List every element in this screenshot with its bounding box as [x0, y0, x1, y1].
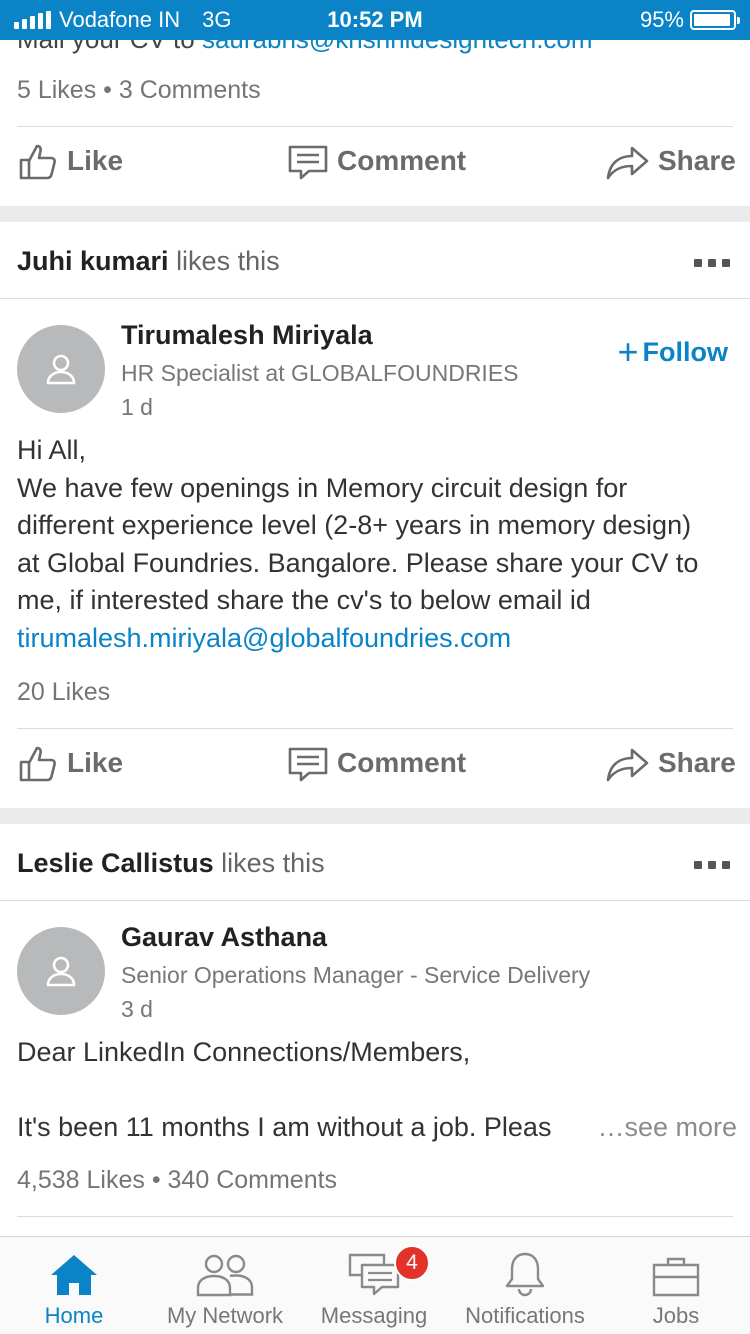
- likes-count[interactable]: 20 Likes: [17, 678, 110, 707]
- nav-home[interactable]: Home: [24, 1237, 124, 1334]
- nav-label: Notifications: [465, 1303, 585, 1328]
- author-name[interactable]: Tirumalesh Miriyala: [121, 320, 373, 351]
- post-separator: [0, 808, 750, 824]
- comment-button[interactable]: Comment: [287, 140, 466, 182]
- post-line: Hi All,: [17, 435, 87, 465]
- post-timestamp: 3 d: [121, 996, 153, 1022]
- comment-icon: [288, 747, 328, 782]
- nav-jobs[interactable]: Jobs: [626, 1237, 726, 1334]
- share-button[interactable]: Share: [604, 140, 736, 182]
- follow-button[interactable]: + Follow: [617, 334, 728, 370]
- feed: Mail your CV to saurabhs@krishnidesignte…: [0, 0, 750, 1236]
- battery-status: 95%: [639, 7, 740, 33]
- like-label: Like: [67, 747, 124, 778]
- carrier-info: Vodafone IN 3G: [14, 7, 231, 33]
- more-options-icon[interactable]: [694, 259, 730, 267]
- briefcase-icon: [652, 1257, 700, 1297]
- comment-label: Comment: [337, 145, 467, 176]
- like-button[interactable]: Like: [17, 140, 123, 182]
- nav-notifications[interactable]: Notifications: [458, 1237, 592, 1334]
- signal-icon: [14, 11, 51, 29]
- battery-icon: [690, 10, 740, 30]
- post-body: Hi All, We have few openings in Memory c…: [17, 432, 737, 658]
- avatar[interactable]: [17, 927, 105, 1015]
- post-separator: [0, 206, 750, 222]
- likes-count[interactable]: 5 Likes: [17, 76, 96, 104]
- divider: [0, 900, 750, 901]
- more-options-icon[interactable]: [694, 861, 730, 869]
- comments-count[interactable]: 3 Comments: [119, 76, 261, 104]
- post-line: It's been 11 months I am without a job. …: [17, 1112, 552, 1143]
- post-timestamp: 1 d: [121, 394, 153, 420]
- nav-label: Messaging: [320, 1303, 428, 1328]
- author-name[interactable]: Gaurav Asthana: [121, 922, 327, 953]
- nav-label: Jobs: [652, 1303, 700, 1328]
- network-type: 3G: [202, 7, 232, 32]
- nav-label: Home: [44, 1303, 104, 1328]
- carrier-name: Vodafone IN: [59, 7, 181, 32]
- likes-count[interactable]: 4,538 Likes: [17, 1166, 145, 1194]
- share-arrow-icon: [606, 748, 649, 782]
- liker-name[interactable]: Leslie Callistus: [17, 848, 214, 878]
- messaging-icon: [348, 1253, 400, 1296]
- post-line: different experience level (2-8+ years i…: [17, 510, 692, 541]
- divider: [0, 298, 750, 299]
- nav-my-network[interactable]: My Network: [160, 1237, 290, 1334]
- network-icon: [196, 1254, 254, 1297]
- social-counts[interactable]: 5 Likes • 3 Comments: [17, 76, 261, 105]
- share-arrow-icon: [606, 146, 649, 180]
- bell-icon: [505, 1252, 545, 1297]
- post-line: me, if interested share the cv's to belo…: [17, 585, 591, 616]
- social-counts[interactable]: 4,538 Likes • 340 Comments: [17, 1166, 337, 1195]
- like-label: Like: [67, 145, 124, 176]
- like-button[interactable]: Like: [17, 742, 123, 784]
- post-line: at Global Foundries. Bangalore. Please s…: [17, 547, 699, 578]
- thumbs-up-icon: [19, 746, 56, 782]
- author-headline: Senior Operations Manager - Service Deli…: [121, 962, 591, 988]
- social-context[interactable]: Leslie Callistus likes this: [17, 848, 325, 879]
- see-more-link[interactable]: …see more: [597, 1109, 737, 1147]
- post-line: Dear LinkedIn Connections/Members,: [17, 1037, 471, 1067]
- person-placeholder-icon: [46, 956, 76, 987]
- thumbs-up-icon: [19, 144, 56, 180]
- status-bar: 10:52 PM Vodafone IN 3G 95%: [0, 0, 750, 40]
- author-headline: HR Specialist at GLOBALFOUNDRIES: [121, 360, 519, 386]
- comments-count[interactable]: 340 Comments: [168, 1166, 338, 1194]
- comment-icon: [288, 145, 328, 180]
- post-actions: Like Comment Share: [0, 738, 750, 798]
- home-icon: [51, 1255, 97, 1295]
- follow-label: Follow: [642, 336, 728, 367]
- bottom-nav: Home My Network Messaging 4 Notification…: [0, 1236, 750, 1334]
- comment-label: Comment: [337, 747, 467, 778]
- avatar[interactable]: [17, 325, 105, 413]
- plus-icon: +: [617, 331, 639, 372]
- email-link[interactable]: tirumalesh.miriyala@globalfoundries.com: [17, 620, 737, 658]
- comment-button[interactable]: Comment: [287, 742, 466, 784]
- person-placeholder-icon: [46, 354, 76, 385]
- post-body[interactable]: Dear LinkedIn Connections/Members, It's …: [17, 1034, 737, 1147]
- likes-this-text: likes this: [221, 848, 325, 878]
- battery-percent: 95%: [639, 7, 684, 32]
- unread-badge: 4: [394, 1245, 430, 1281]
- share-label: Share: [658, 747, 736, 778]
- divider: [17, 728, 733, 729]
- post-line: We have few openings in Memory circuit d…: [17, 472, 628, 503]
- liker-name[interactable]: Juhi kumari: [17, 246, 169, 276]
- likes-this-text: likes this: [176, 246, 280, 276]
- social-context[interactable]: Juhi kumari likes this: [17, 246, 280, 277]
- nav-label: My Network: [166, 1303, 284, 1328]
- divider: [17, 126, 733, 127]
- post-actions: Like Comment Share: [0, 136, 750, 196]
- share-label: Share: [658, 145, 736, 176]
- share-button[interactable]: Share: [604, 742, 736, 784]
- divider: [17, 1216, 733, 1217]
- nav-messaging[interactable]: Messaging 4: [312, 1237, 436, 1334]
